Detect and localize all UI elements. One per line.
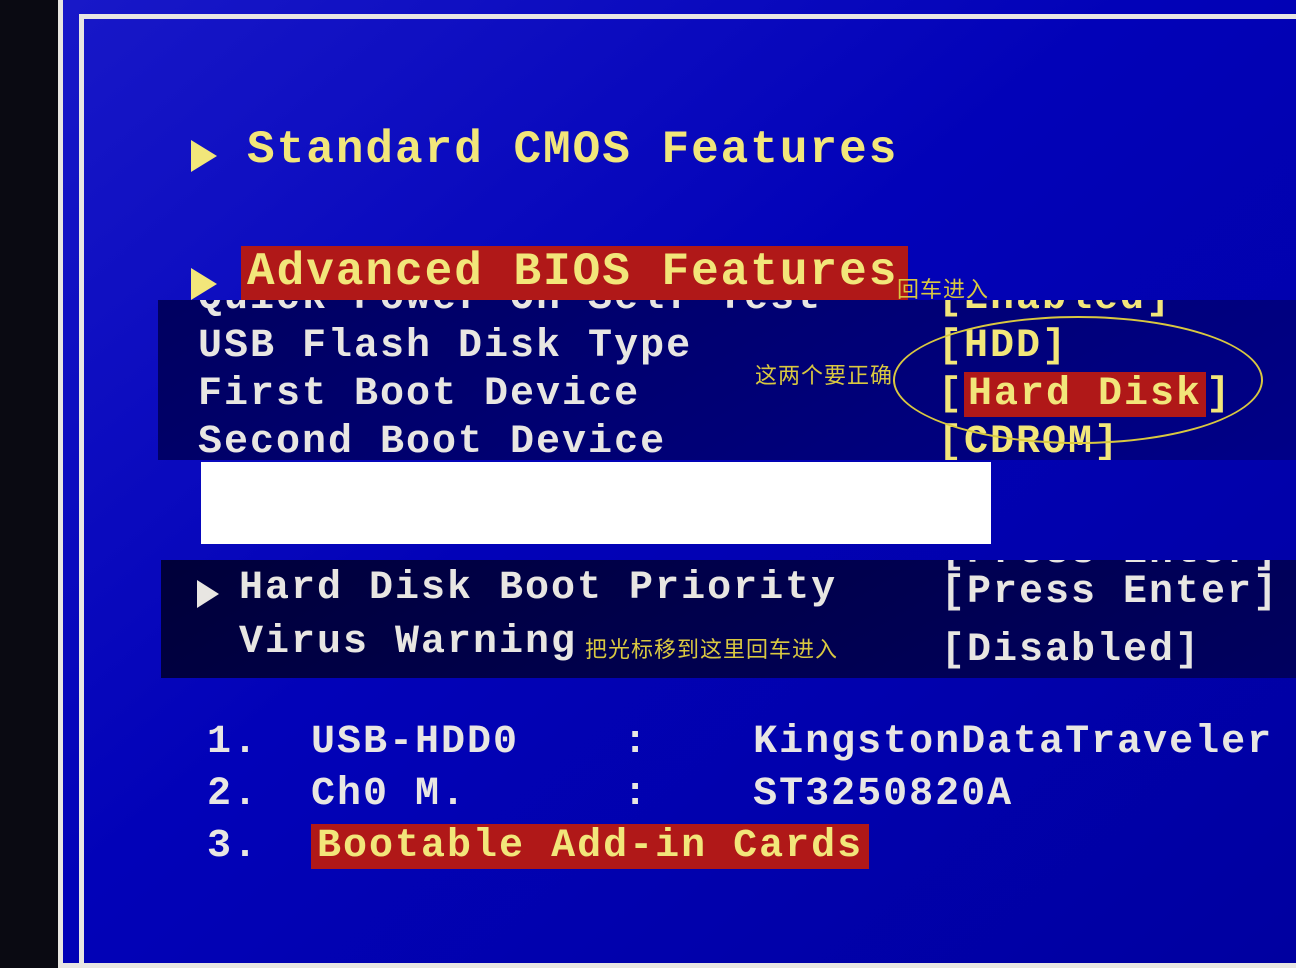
row-number: 2. — [207, 772, 259, 817]
bios-frame: Standard CMOS Features Advanced BIOS Fea… — [58, 0, 1296, 968]
boot-priority-list: 1. USB-HDD0 : KingstonDataTraveler 2 2. … — [207, 720, 1197, 876]
censor-bar — [201, 462, 991, 544]
row-device: USB-HDD0 — [311, 720, 519, 765]
opt-hdd-priority-value[interactable]: [Press Enter] — [941, 570, 1279, 615]
row-text-selected: Bootable Add-in Cards — [311, 824, 869, 869]
opt-usb-flash[interactable]: USB Flash Disk Type — [198, 324, 692, 369]
row-number: 3. — [207, 824, 259, 869]
triangle-icon — [191, 140, 217, 172]
opt-second-boot[interactable]: Second Boot Device — [198, 420, 666, 460]
menu-advanced-bios[interactable]: Advanced BIOS Features — [241, 246, 908, 300]
boot-list-row-2[interactable]: 2. Ch0 M. : ST3250820A — [207, 772, 1197, 824]
annotation-cursor: 把光标移到这里回车进入 — [585, 632, 838, 664]
row-sep: : — [623, 720, 649, 765]
ellipse-annotation — [893, 316, 1263, 444]
triangle-icon — [191, 268, 217, 300]
row-name: KingstonDataTraveler 2 — [753, 720, 1296, 765]
row-sep: : — [623, 772, 649, 817]
menu-standard-cmos[interactable]: Standard CMOS Features — [247, 124, 898, 176]
opt-hdd-priority[interactable]: Hard Disk Boot Priority — [239, 566, 837, 611]
row-device: Ch0 M. — [311, 772, 467, 817]
row-number: 1. — [207, 720, 259, 765]
boot-list-row-1[interactable]: 1. USB-HDD0 : KingstonDataTraveler 2 — [207, 720, 1197, 772]
triangle-icon — [197, 580, 219, 608]
opt-first-boot[interactable]: First Boot Device — [198, 372, 640, 417]
annotation-correct: 这两个要正确 — [755, 358, 893, 390]
opt-virus-warning-value[interactable]: [Disabled] — [941, 628, 1201, 673]
row-name: ST3250820A — [753, 772, 1013, 817]
boot-list-row-3[interactable]: 3. Bootable Add-in Cards — [207, 824, 1197, 876]
opt-quick-post[interactable]: Quick Power On Self Test — [198, 300, 822, 321]
opt-virus-warning[interactable]: Virus Warning — [239, 620, 577, 665]
